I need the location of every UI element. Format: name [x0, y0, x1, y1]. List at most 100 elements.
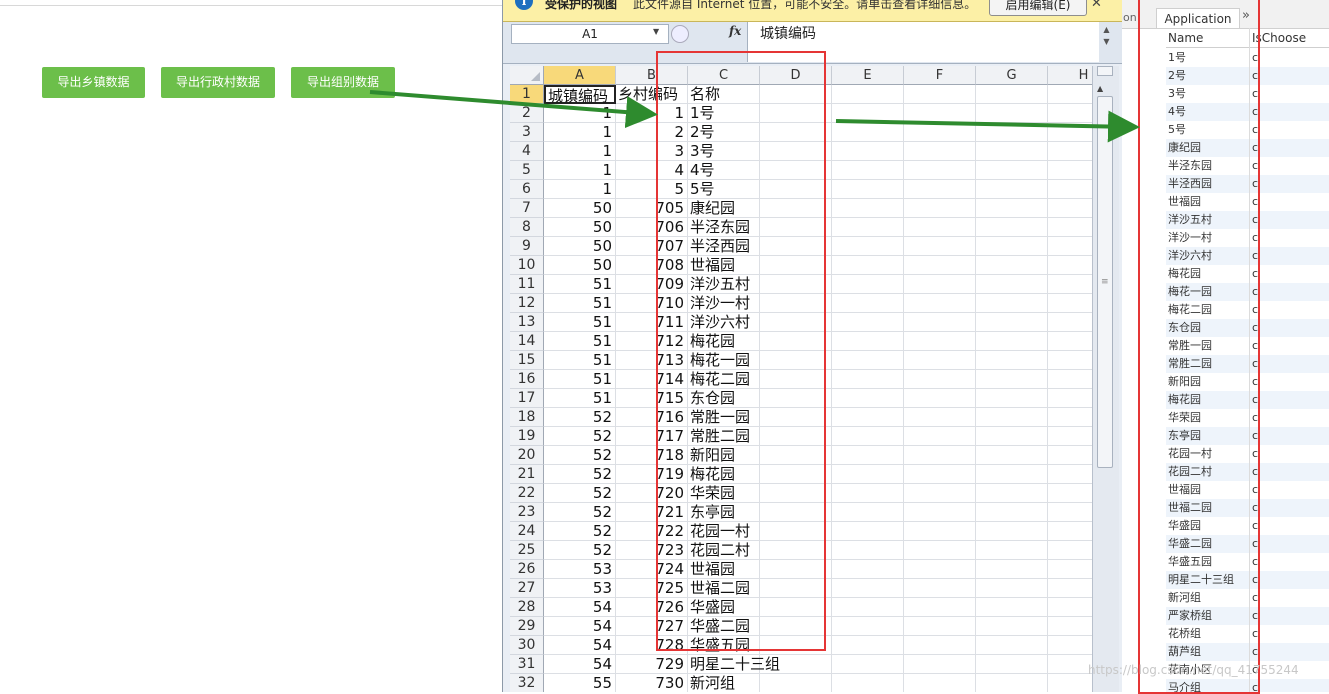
cell[interactable]: 51 [544, 370, 616, 389]
cell[interactable] [760, 237, 832, 256]
formula-input[interactable]: 城镇编码 [747, 22, 1099, 62]
cell[interactable]: 722 [616, 522, 688, 541]
cell[interactable] [832, 161, 904, 180]
table-row[interactable]: 华盛园 c [1166, 517, 1329, 535]
cell[interactable] [976, 85, 1048, 104]
row-header[interactable]: 1 [510, 85, 544, 104]
cell[interactable]: 705 [616, 199, 688, 218]
cell[interactable] [832, 199, 904, 218]
cell[interactable]: 51 [544, 275, 616, 294]
cell[interactable]: 721 [616, 503, 688, 522]
cell[interactable]: 康纪园 [688, 199, 760, 218]
cell[interactable] [760, 256, 832, 275]
cell[interactable]: 东仓园 [688, 389, 760, 408]
cell[interactable] [760, 484, 832, 503]
table-row[interactable]: 华盛二园 c [1166, 535, 1329, 553]
cell[interactable]: 730 [616, 674, 688, 692]
row-header[interactable]: 21 [510, 465, 544, 484]
cell[interactable] [760, 655, 832, 674]
cell[interactable] [1048, 579, 1092, 598]
cell[interactable]: 梅花二园 [688, 370, 760, 389]
cell[interactable]: 梅花园 [688, 332, 760, 351]
table-row[interactable]: 明星二十三组 c [1166, 571, 1329, 589]
cell[interactable] [832, 522, 904, 541]
column-header-a[interactable]: A [544, 66, 616, 85]
cell[interactable] [904, 104, 976, 123]
cell[interactable] [760, 104, 832, 123]
table-row[interactable]: 世福园 c [1166, 193, 1329, 211]
row-header[interactable]: 22 [510, 484, 544, 503]
table-row[interactable]: 新阳园 c [1166, 373, 1329, 391]
table-row[interactable]: 葫芦组 c [1166, 643, 1329, 661]
scroll-thumb[interactable]: ≡ [1097, 96, 1113, 468]
chevron-down-icon[interactable]: ▼ [653, 27, 659, 36]
cell[interactable] [904, 674, 976, 692]
cell[interactable]: 51 [544, 313, 616, 332]
cell[interactable] [1048, 351, 1092, 370]
cell[interactable]: 54 [544, 655, 616, 674]
cell[interactable] [904, 541, 976, 560]
cell[interactable]: 729 [616, 655, 688, 674]
cell[interactable] [1048, 655, 1092, 674]
cell[interactable] [1048, 560, 1092, 579]
cell[interactable] [760, 85, 832, 104]
cell[interactable]: 明星二十三组 [688, 655, 780, 674]
cell[interactable]: 5 [616, 180, 688, 199]
cell[interactable]: 52 [544, 541, 616, 560]
cell[interactable] [976, 674, 1048, 692]
cell[interactable] [1048, 541, 1092, 560]
cell[interactable] [1048, 484, 1092, 503]
row-header[interactable]: 8 [510, 218, 544, 237]
cell[interactable] [832, 142, 904, 161]
cell[interactable]: 716 [616, 408, 688, 427]
cell[interactable] [760, 313, 832, 332]
cell[interactable]: 725 [616, 579, 688, 598]
table-row[interactable]: 5号 c [1166, 121, 1329, 139]
table-row[interactable]: 常胜一园 c [1166, 337, 1329, 355]
split-handle[interactable] [1097, 66, 1113, 76]
cell[interactable]: 706 [616, 218, 688, 237]
cell[interactable] [760, 465, 832, 484]
cell[interactable] [904, 389, 976, 408]
cell[interactable]: 708 [616, 256, 688, 275]
row-header[interactable]: 5 [510, 161, 544, 180]
table-row[interactable]: 华盛五园 c [1166, 553, 1329, 571]
cell[interactable]: 城镇编码 [544, 85, 616, 105]
cell[interactable] [904, 408, 976, 427]
cell[interactable] [760, 541, 832, 560]
cell[interactable] [1048, 123, 1092, 142]
table-row[interactable]: 半泾东园 c [1166, 157, 1329, 175]
cell[interactable] [976, 389, 1048, 408]
table-row[interactable]: 常胜二园 c [1166, 355, 1329, 373]
cell[interactable]: 2号 [688, 123, 760, 142]
cell[interactable] [904, 522, 976, 541]
cell[interactable] [832, 313, 904, 332]
cell[interactable] [832, 85, 904, 104]
cell[interactable]: 55 [544, 674, 616, 692]
cell[interactable] [976, 351, 1048, 370]
cell[interactable]: 707 [616, 237, 688, 256]
cell[interactable]: 1 [544, 180, 616, 199]
row-header[interactable]: 7 [510, 199, 544, 218]
cell[interactable] [760, 389, 832, 408]
cell[interactable] [976, 503, 1048, 522]
cell[interactable] [976, 180, 1048, 199]
cell[interactable] [832, 636, 904, 655]
cell[interactable] [760, 199, 832, 218]
table-row[interactable]: 2号 c [1166, 67, 1329, 85]
cell[interactable] [904, 351, 976, 370]
cell[interactable] [904, 636, 976, 655]
cell[interactable] [832, 617, 904, 636]
table-row[interactable]: 世福园 c [1166, 481, 1329, 499]
table-row[interactable]: 洋沙一村 c [1166, 229, 1329, 247]
row-header[interactable]: 11 [510, 275, 544, 294]
cell[interactable] [1048, 370, 1092, 389]
row-header[interactable]: 26 [510, 560, 544, 579]
cell[interactable] [1048, 256, 1092, 275]
cell[interactable]: 711 [616, 313, 688, 332]
cell[interactable]: 花园二村 [688, 541, 760, 560]
row-header[interactable]: 28 [510, 598, 544, 617]
table-row[interactable]: 世福二园 c [1166, 499, 1329, 517]
table-row[interactable]: 半泾西园 c [1166, 175, 1329, 193]
row-header[interactable]: 19 [510, 427, 544, 446]
